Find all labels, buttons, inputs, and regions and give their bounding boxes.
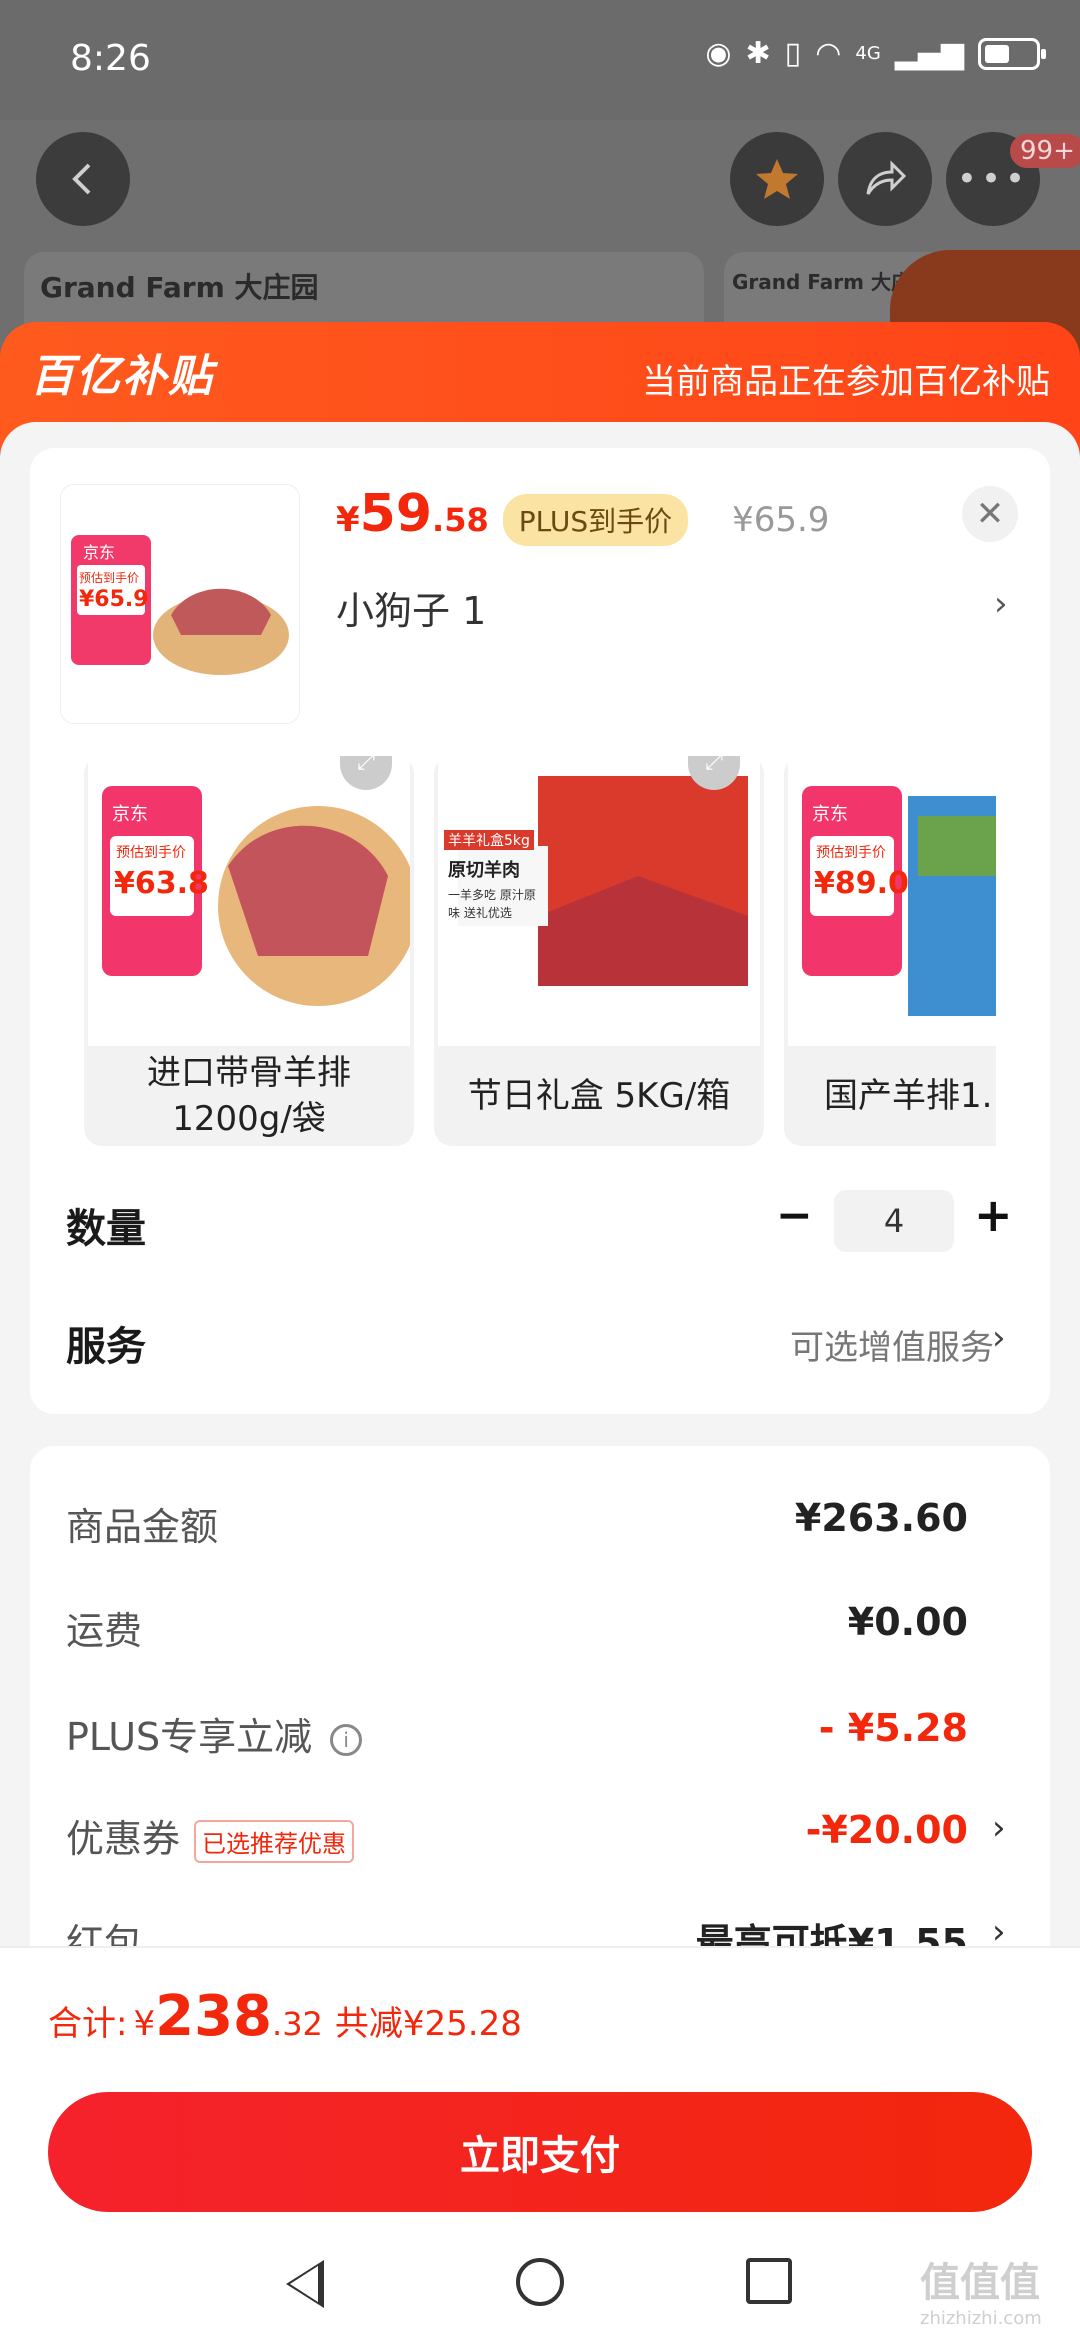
selected-spec[interactable]: 小狗子 1 (336, 580, 486, 635)
variant-image: 京东 预估到手价 ¥89.0 (788, 756, 996, 1046)
service-label: 服务 (66, 1324, 146, 1370)
bluetooth-icon: ✱ (745, 36, 771, 71)
coupon-value[interactable]: -¥20.00 (806, 1808, 968, 1852)
coupon-row[interactable]: 优惠券 已选推荐优惠 (66, 1808, 355, 1863)
price-row: ¥59.58 PLUS到手价 ¥65.9 (336, 484, 829, 546)
original-price: ¥65.9 (732, 500, 830, 540)
variant-promo-top: 京东 (112, 804, 148, 825)
product-thumbnail[interactable]: 京东 预估到手价 ¥65.9 (60, 484, 300, 724)
shipping-value: ¥0.00 (847, 1600, 968, 1644)
close-button[interactable]: ✕ (962, 486, 1018, 542)
info-icon[interactable]: i (330, 1723, 363, 1756)
back-button[interactable] (36, 132, 130, 226)
variant-promo-top: 京东 (812, 804, 848, 825)
favorite-button[interactable] (730, 132, 824, 226)
chevron-left-icon (72, 163, 91, 195)
status-bar: 8:26 ◉ ✱ ▯ ◠ 4G ▂▄▆ (0, 0, 1080, 120)
quantity-label: 数量 (66, 1206, 146, 1252)
brand-logo: Grand Farm 大庄园 (40, 271, 319, 304)
watermark: 值值值 zhizhizhi.com (920, 2260, 1042, 2329)
variant-option[interactable]: 京东 预估到手价 ¥89.0 国产羊排1. (784, 756, 996, 1146)
variant-promo-top: 羊羊礼盒5kg (444, 830, 534, 850)
coupon-label: 优惠券 (66, 1817, 181, 1861)
star-icon (756, 159, 798, 199)
total-amount-integer: 238 (155, 1984, 273, 2049)
chevron-right-icon[interactable]: › (992, 1318, 1006, 1358)
chevron-right-icon[interactable]: › (994, 584, 1008, 624)
variant-option[interactable]: 京东 预估到手价 ¥63.8 进口带骨羊排1200g/袋 (84, 756, 414, 1146)
variant-label: 节日礼盒 5KG/箱 (467, 1076, 731, 1116)
subsidy-logo: 百亿补贴 (30, 351, 214, 402)
total-label: 合计: (48, 2004, 128, 2044)
plus-price-tag: PLUS到手价 (502, 494, 689, 546)
signal-icon: ▂▄▆ (894, 36, 964, 71)
coupon-recommend-tag: 已选推荐优惠 (194, 1820, 355, 1863)
thumbnail-price: ¥65.9 (79, 587, 149, 612)
eye-icon: ◉ (705, 36, 732, 71)
total-currency: ¥ (133, 2004, 156, 2044)
variant-image: 羊羊礼盒5kg 原切羊肉 一羊多吃 原汁原味 送礼优选 (438, 756, 760, 1046)
variant-promo-price: ¥89.0 (814, 866, 909, 901)
quantity-increase-button[interactable]: + (974, 1188, 1013, 1242)
variant-label: 进口带骨羊排1200g/袋 (147, 1053, 351, 1139)
chevron-right-icon[interactable]: › (992, 1808, 1006, 1848)
plus-discount-label: PLUS专享立减 (66, 1715, 313, 1759)
notification-badge: 99+ (1010, 134, 1080, 168)
quantity-decrease-button[interactable]: − (776, 1190, 813, 1241)
variant-promo-note: 预估到手价 (116, 845, 186, 861)
goods-amount-label: 商品金额 (66, 1505, 219, 1549)
variant-promo-note: 一羊多吃 原汁原味 送礼优选 (448, 888, 536, 920)
battery-icon (978, 37, 1046, 70)
variant-promo-price: ¥63.8 (114, 866, 209, 901)
total-amount-decimal: .32 (272, 2005, 323, 2043)
total-row: 合计: ¥ 238 .32 共减¥25.28 (48, 1984, 522, 2049)
share-icon (866, 160, 907, 195)
thumbnail-note: 预估到手价 (79, 571, 140, 585)
variant-list[interactable]: 京东 预估到手价 ¥63.8 进口带骨羊排1200g/袋 ⤢ 羊羊礼盒5kg 原… (84, 756, 996, 1146)
subsidy-banner-text: 当前商品正在参加百亿补贴 (642, 362, 1050, 402)
status-time: 8:26 (70, 38, 151, 79)
plus-discount-value: - ¥5.28 (818, 1706, 968, 1750)
variant-promo-title: 原切羊肉 (448, 860, 520, 881)
variant-image: 京东 预估到手价 ¥63.8 (88, 756, 414, 1046)
nav-home-icon[interactable] (516, 2258, 564, 2306)
close-icon: ✕ (975, 494, 1005, 534)
shipping-label: 运费 (66, 1609, 143, 1653)
total-saved: 共减¥25.28 (334, 2004, 522, 2044)
plus-discount-row: PLUS专享立减 i (66, 1706, 363, 1761)
vibrate-icon: ▯ (784, 36, 802, 71)
wifi-icon: ◠ (815, 36, 842, 71)
nav-recents-icon[interactable] (746, 2258, 792, 2304)
pay-now-button[interactable]: 立即支付 (48, 2092, 1032, 2212)
variant-option[interactable]: 羊羊礼盒5kg 原切羊肉 一羊多吃 原汁原味 送礼优选 节日礼盒 5KG/箱 (434, 756, 764, 1146)
variant-label: 国产羊排1. (824, 1076, 993, 1116)
service-value[interactable]: 可选增值服务 (790, 1320, 994, 1369)
status-icons: ◉ ✱ ▯ ◠ 4G ▂▄▆ (705, 36, 1046, 71)
quantity-input[interactable]: 4 (834, 1190, 954, 1252)
thumbnail-brand: 京东 (83, 543, 116, 562)
nav-back-icon[interactable] (286, 2260, 324, 2308)
network-label: 4G (855, 43, 881, 64)
variant-promo-note: 预估到手价 (816, 845, 886, 861)
goods-amount-value: ¥263.60 (794, 1496, 968, 1540)
product-price: ¥59.58 (336, 484, 489, 544)
share-button[interactable] (838, 132, 932, 226)
